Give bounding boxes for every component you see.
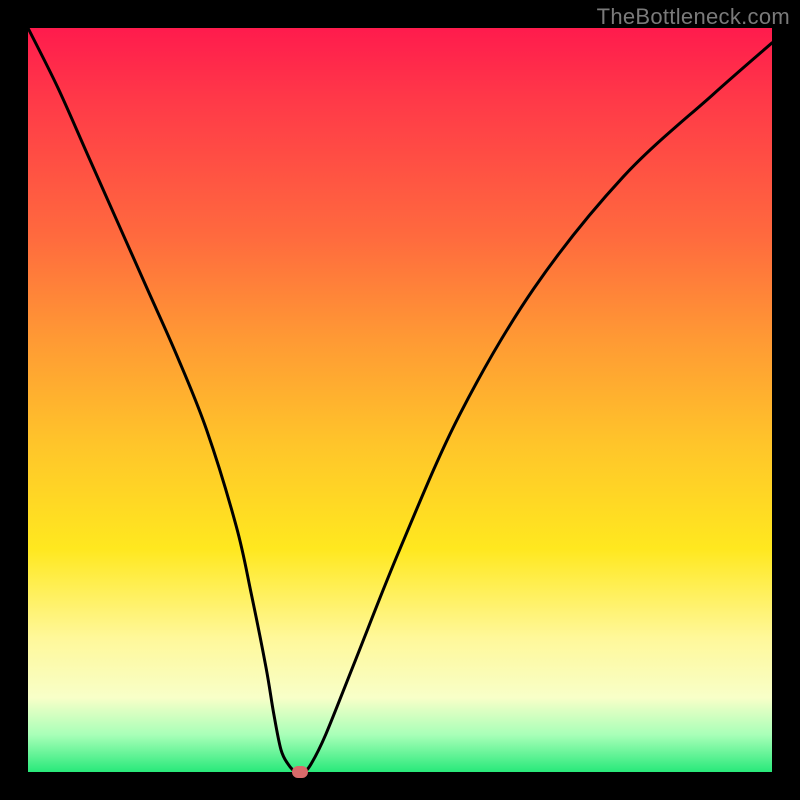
optimal-point-marker bbox=[292, 766, 308, 778]
bottleneck-curve bbox=[28, 28, 772, 773]
plot-area bbox=[28, 28, 772, 772]
chart-frame: TheBottleneck.com bbox=[0, 0, 800, 800]
watermark-text: TheBottleneck.com bbox=[597, 4, 790, 30]
curve-svg bbox=[28, 28, 772, 772]
